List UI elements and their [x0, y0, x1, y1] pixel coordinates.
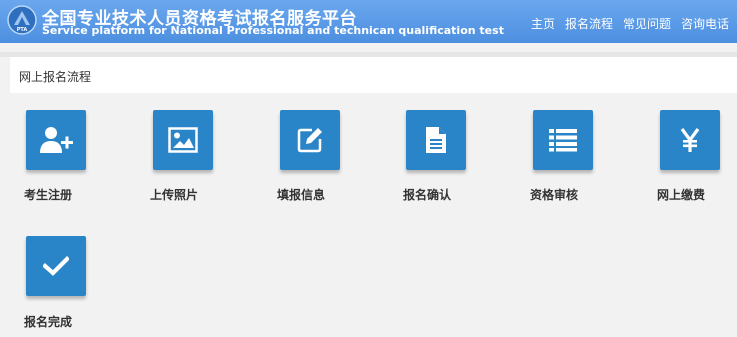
image-icon: [168, 127, 198, 153]
step-upload-photo-label[interactable]: 上传照片: [150, 186, 198, 203]
nav-contact-link[interactable]: 咨询电话: [681, 15, 729, 32]
yen-icon: [680, 128, 700, 152]
step-payment-label[interactable]: 网上缴费: [657, 186, 705, 203]
nav-faq-link[interactable]: 常见问题: [623, 15, 671, 32]
document-icon: [426, 127, 446, 153]
step-payment-button[interactable]: [660, 110, 720, 170]
svg-text:PTA: PTA: [17, 27, 28, 33]
edit-icon: [297, 128, 322, 153]
step-confirm-label[interactable]: 报名确认: [403, 186, 451, 203]
step-complete-label[interactable]: 报名完成: [24, 313, 72, 330]
step-review-button[interactable]: [533, 110, 593, 170]
step-register-label[interactable]: 考生注册: [24, 186, 72, 203]
check-icon: [43, 256, 69, 276]
panel-title: 网上报名流程: [19, 70, 92, 84]
platform-subtitle: Service platform for National Profession…: [42, 24, 504, 37]
nav-home-link[interactable]: 主页: [531, 15, 555, 32]
step-register-button[interactable]: [26, 110, 86, 170]
step-confirm-button[interactable]: [406, 110, 466, 170]
step-complete-button[interactable]: [26, 236, 86, 296]
header-bar: PTA 全国专业技术人员资格考试报名服务平台 Service platform …: [0, 0, 737, 43]
step-fill-info-label[interactable]: 填报信息: [277, 186, 325, 203]
nav-process-link[interactable]: 报名流程: [565, 15, 613, 32]
step-upload-photo-button[interactable]: [153, 110, 213, 170]
list-icon: [549, 129, 577, 152]
pta-logo-icon: PTA: [7, 5, 37, 35]
add-user-icon: [40, 127, 73, 153]
process-panel-header: 网上报名流程: [10, 57, 737, 93]
step-review-label[interactable]: 资格审核: [530, 186, 578, 203]
step-fill-info-button[interactable]: [280, 110, 340, 170]
top-nav: 主页 报名流程 常见问题 咨询电话: [521, 15, 729, 32]
